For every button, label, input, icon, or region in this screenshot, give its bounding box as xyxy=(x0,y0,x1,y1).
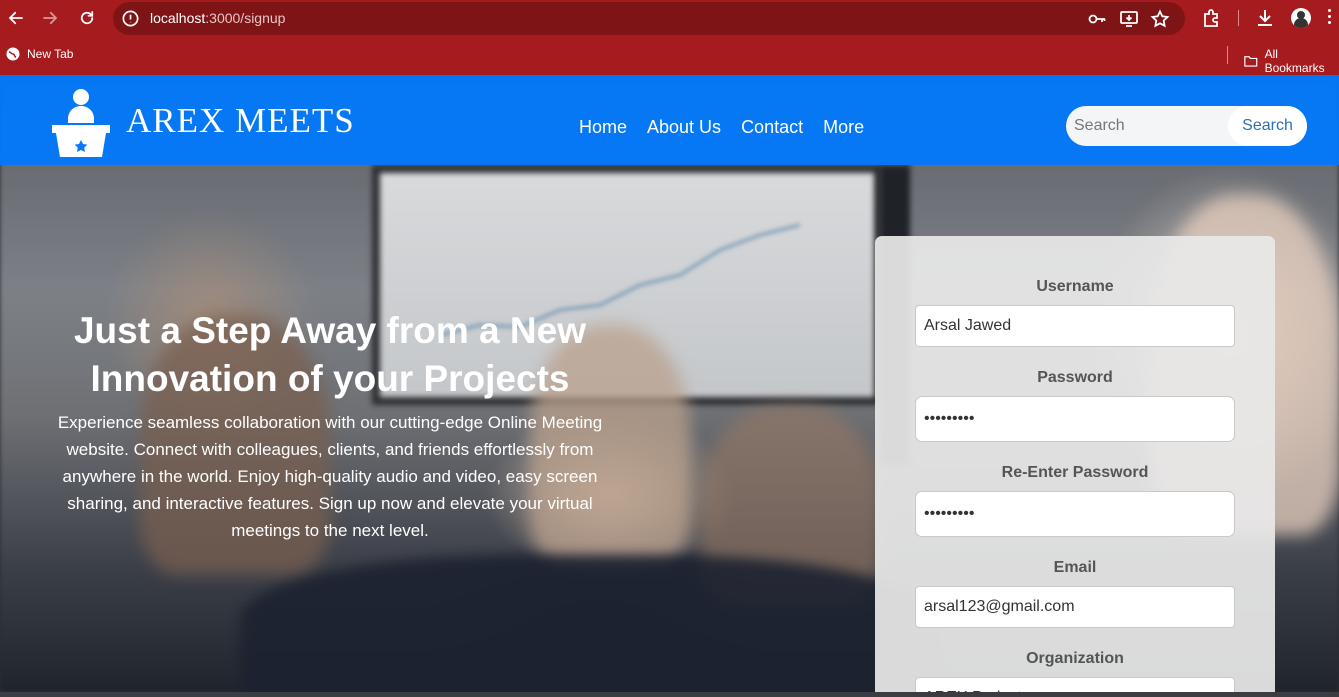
password-field[interactable] xyxy=(915,396,1235,442)
globe-icon xyxy=(6,47,20,61)
site-info-icon[interactable] xyxy=(121,9,140,28)
hero-description: Experience seamless collaboration with o… xyxy=(57,413,603,540)
main-nav: Home About Us Contact More xyxy=(579,117,864,138)
password-label: Password xyxy=(1037,369,1113,386)
menu-icon[interactable] xyxy=(1328,9,1332,27)
hero-title: Just a Step Away from a New Innovation o… xyxy=(73,310,586,399)
bookmark-star-icon[interactable] xyxy=(1150,9,1170,29)
reenter-password-field[interactable] xyxy=(915,491,1235,537)
site-navbar: AREX MEETS Home About Us Contact More Se… xyxy=(0,75,1339,165)
url-text: localhost:3000/signup xyxy=(150,10,286,26)
search-input[interactable] xyxy=(1074,112,1224,140)
reload-icon[interactable] xyxy=(75,6,99,30)
bookmark-label: All Bookmarks xyxy=(1264,47,1325,75)
podium-speaker-icon xyxy=(52,89,110,157)
reenter-password-label: Re-Enter Password xyxy=(1001,464,1149,481)
toolbar-divider xyxy=(1238,10,1239,26)
nav-link-contact[interactable]: Contact xyxy=(741,117,803,138)
organization-field[interactable] xyxy=(915,677,1235,692)
nav-link-home[interactable]: Home xyxy=(579,117,627,138)
bookmark-new-tab[interactable]: New Tab xyxy=(6,47,73,61)
password-key-icon[interactable] xyxy=(1087,9,1107,29)
address-bar[interactable]: localhost:3000/signup xyxy=(113,2,1185,35)
background-table xyxy=(240,555,940,692)
browser-chrome: localhost:3000/signup New Tab All Bookma… xyxy=(0,0,1339,75)
email-label: Email xyxy=(1053,559,1097,576)
username-field[interactable] xyxy=(915,305,1235,347)
email-field[interactable] xyxy=(915,586,1235,628)
forward-icon[interactable] xyxy=(38,6,62,30)
username-label: Username xyxy=(1036,278,1114,295)
nav-link-about-us[interactable]: About Us xyxy=(647,117,721,138)
brand-logo-text[interactable]: AREX MEETS xyxy=(126,101,355,141)
bookmark-all-bookmarks[interactable]: All Bookmarks xyxy=(1244,47,1339,75)
bookmarks-divider xyxy=(1227,46,1228,64)
page-viewport: AREX MEETS Home About Us Contact More Se… xyxy=(0,75,1339,692)
folder-icon xyxy=(1244,56,1258,67)
downloads-icon[interactable] xyxy=(1254,7,1276,29)
search-form: Search xyxy=(1066,106,1307,146)
toolbar: localhost:3000/signup xyxy=(0,0,1339,36)
profile-avatar[interactable] xyxy=(1291,8,1311,28)
organization-label: Organization xyxy=(1026,650,1124,667)
extensions-icon[interactable] xyxy=(1201,7,1223,29)
back-icon[interactable] xyxy=(4,6,28,30)
bookmark-label: New Tab xyxy=(27,47,74,61)
install-app-icon[interactable] xyxy=(1119,9,1139,29)
bookmarks-bar: New Tab All Bookmarks xyxy=(0,42,1339,75)
signup-form: Username Password Re-Enter Password Emai… xyxy=(875,236,1275,692)
search-button[interactable]: Search xyxy=(1228,106,1307,146)
nav-link-more[interactable]: More xyxy=(823,117,864,138)
window-bottom-edge xyxy=(0,692,1339,697)
